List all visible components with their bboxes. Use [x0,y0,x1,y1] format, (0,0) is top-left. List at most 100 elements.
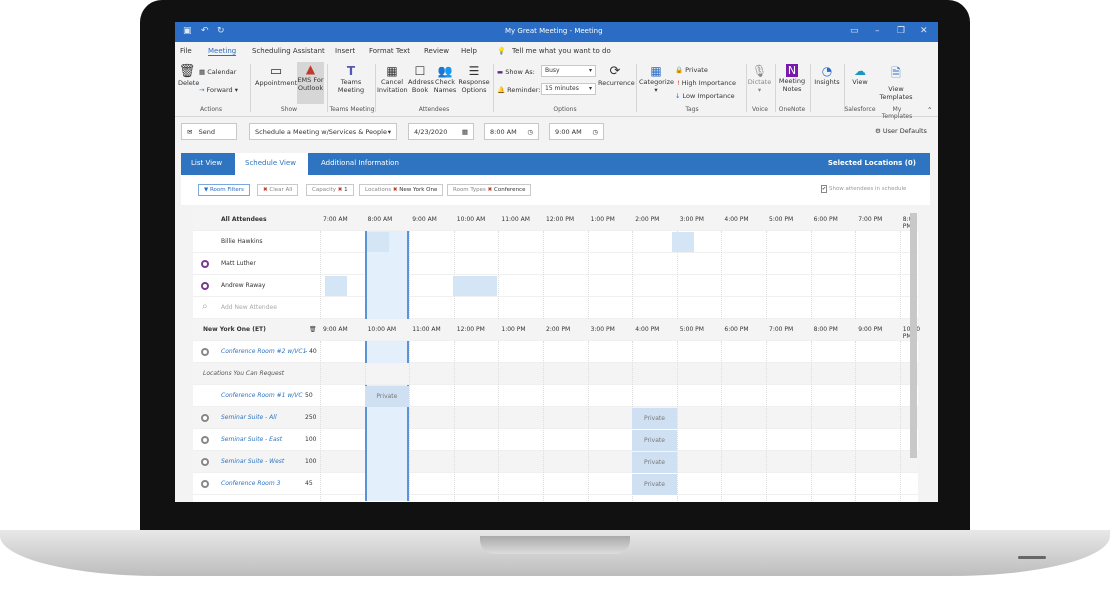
chevron-down-icon: ▾ [588,85,592,92]
remove-icon[interactable]: ✖ [488,187,493,193]
hour-gridline [453,231,455,319]
forward-button[interactable]: → Forward ▾ [199,86,238,94]
capacity-filter[interactable]: Capacity ✖ 1 [306,184,354,196]
menu-format-text[interactable]: Format Text [369,47,410,55]
room-capacity[interactable]: - 40 [305,348,317,355]
insights-button[interactable]: ◔ Insights [812,64,842,86]
room-name[interactable]: Conference Room 3 [221,480,280,487]
room-name[interactable]: Seminar Suite - All [221,414,277,421]
remove-icon[interactable]: ✖ [393,187,398,193]
template-icon: 🗎 [891,66,901,80]
attendee-remove-icon[interactable] [201,260,209,268]
group-onenote-label: OneNote [778,106,806,113]
calendar-button[interactable]: ▦ Calendar [199,68,236,76]
room-filters-button[interactable]: ▼ Room Filters [198,184,250,196]
menu-file[interactable]: File [180,47,192,55]
people-icon: 👥 [437,64,453,78]
selected-locations[interactable]: Selected Locations (0) [818,153,926,175]
delete-button[interactable]: 🗑 Delete [178,64,199,87]
clear-all-button[interactable]: ✖ Clear All [257,184,299,196]
maximize-icon[interactable]: ❐ [897,26,905,36]
menu-help[interactable]: Help [461,47,477,55]
response-options-button[interactable]: ☰ Response Options [458,64,490,94]
hour-label: 5:00 PM [679,326,704,333]
end-time-field[interactable]: 9:00 AM ◷ [549,123,604,140]
hour-label: 3:00 PM [590,326,615,333]
private-button[interactable]: 🔒 Private [675,66,708,74]
attendee-remove-icon[interactable] [201,282,209,290]
send-button[interactable]: ✉ Send [181,123,237,140]
group-voice-label: Voice [752,106,768,113]
dictate-button[interactable]: 🎙 Dictate ▾ [747,64,772,94]
categorize-button[interactable]: ▦ Categorize ▾ [639,64,674,94]
room-name[interactable]: Conference Room #1 w/VC [221,392,303,399]
save-icon[interactable]: ▣ [183,26,192,36]
date-field[interactable]: 4/23/2020 ▦ [408,123,474,140]
divider [493,64,494,112]
room-capacity[interactable]: 50 [305,392,313,399]
low-importance-button[interactable]: ↓ Low Importance [675,92,735,100]
room-name[interactable]: Conference Room #2 w/VC1 [221,348,306,355]
hour-label: 9:00 PM [858,326,883,333]
minimize-icon[interactable]: – [875,26,880,36]
room-name[interactable]: Seminar Suite - East [221,436,282,443]
salesforce-view-button[interactable]: ☁ View [846,64,874,86]
hour-label: 11:00 AM [412,326,441,333]
menu-insert[interactable]: Insert [335,47,355,55]
add-room-icon[interactable] [201,458,209,466]
trash-icon[interactable]: 🗑 [309,326,317,333]
tab-additional-information[interactable]: Additional Information [311,153,409,175]
room-capacity[interactable]: 45 [305,480,313,487]
redo-icon[interactable]: ↻ [217,26,225,36]
all-attendees-header: All Attendees [221,216,267,223]
menu-meeting[interactable]: Meeting [208,47,237,56]
template-dropdown[interactable]: Schedule a Meeting w/Services & People ▾ [249,123,397,140]
hour-gridline [632,231,634,319]
start-time-field[interactable]: 8:00 AM ◷ [484,123,539,140]
add-room-icon[interactable] [201,436,209,444]
recurrence-button[interactable]: ⟳ Recurrence [598,64,635,87]
collapse-ribbon-icon[interactable]: ⌃ [927,106,932,114]
room-capacity[interactable]: 100 [305,436,316,443]
show-as-dropdown[interactable]: Busy ▾ [541,65,596,77]
attendee-name: Matt Luther [221,260,256,267]
teams-meeting-button[interactable]: T Teams Meeting [333,64,369,94]
add-room-icon[interactable] [201,480,209,488]
add-room-icon[interactable] [201,348,209,356]
room-types-filter[interactable]: Room Types ✖ Conference [447,184,532,196]
cancel-invitation-button[interactable]: ▦ Cancel Invitation [377,64,408,94]
user-defaults-link[interactable]: ⚙ User Defaults [875,127,927,135]
appointment-button[interactable]: ▭ Appointment [255,64,297,87]
address-book-button[interactable]: ☐ Address Book [408,64,434,94]
undo-icon[interactable]: ↶ [201,26,209,36]
tab-schedule-view[interactable]: Schedule View [235,153,308,175]
show-attendees-checkbox[interactable]: ✔ Show attendees in schedule [821,185,906,193]
tell-me-search[interactable]: Tell me what you want to do [512,47,611,55]
room-capacity[interactable]: 250 [305,414,316,421]
section-row: Locations You Can Request [193,363,918,385]
reminder-dropdown[interactable]: 15 minutes ▾ [541,83,596,95]
menu-scheduling-assistant[interactable]: Scheduling Assistant [252,47,325,55]
menu-review[interactable]: Review [424,47,449,55]
add-room-icon[interactable] [201,414,209,422]
room-capacity[interactable]: 100 [305,458,316,465]
meeting-notes-button[interactable]: N Meeting Notes [777,64,807,93]
ems-for-outlook-button[interactable]: ▲ EMS For Outlook [297,62,324,104]
high-importance-button[interactable]: ! High Importance [677,79,736,87]
room-name[interactable]: Seminar Suite - West [221,458,284,465]
room-row: Seminar Suite - All 250 [193,407,918,429]
room-row: Conference Room #2 w/VC1- 40 [193,341,918,363]
window-title: My Great Meeting - Meeting [505,27,603,35]
hour-gridline [320,231,321,319]
view-templates-button[interactable]: 🗎 View Templates [878,64,914,101]
tab-list-view[interactable]: List View [181,153,232,175]
locations-filter[interactable]: Locations ✖ New York One [359,184,444,196]
busy-block [366,232,389,252]
selected-time-range[interactable] [364,341,410,363]
vertical-scrollbar[interactable] [910,213,917,458]
check-names-button[interactable]: 👥 Check Names [433,64,457,94]
private-booking: Private [632,452,677,473]
close-icon[interactable]: ✕ [920,26,928,36]
remove-icon[interactable]: ✖ [338,187,343,193]
ribbon-display-icon[interactable]: ▭ [850,26,859,36]
